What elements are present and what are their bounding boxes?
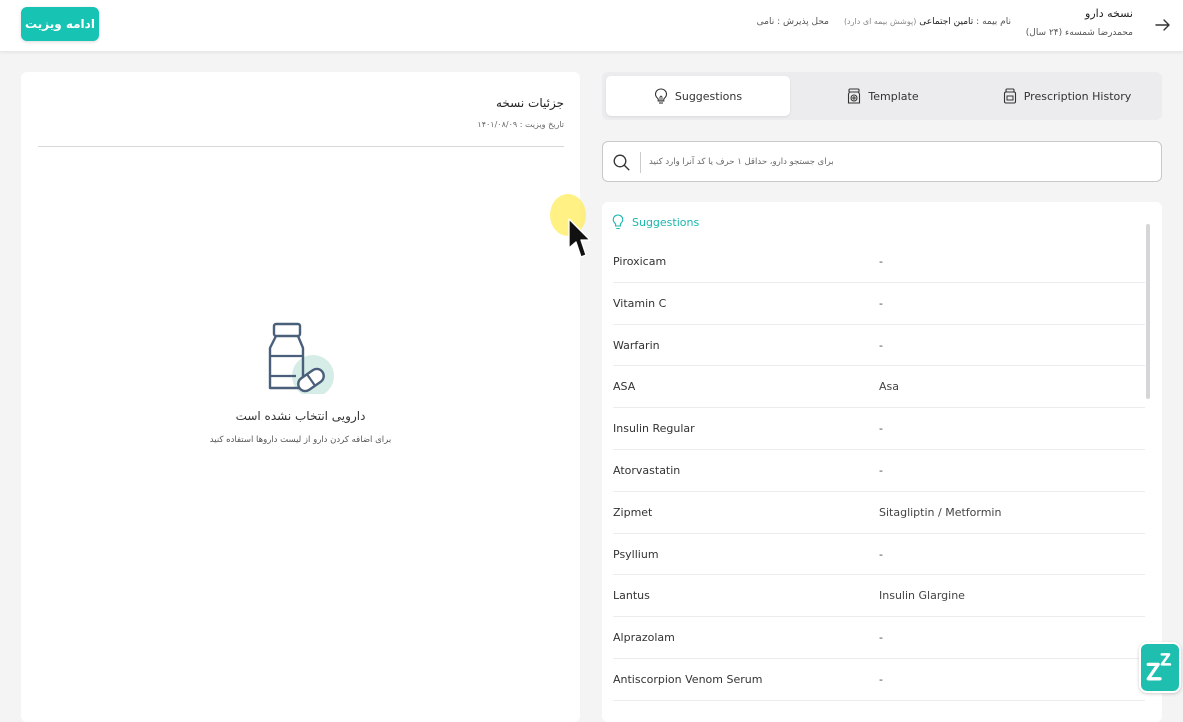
drug-generic: Sitagliptin / Metformin	[879, 505, 1002, 519]
suggestions-list: Piroxicam - Vitamin C - Warfarin - ASA Asa I…	[613, 241, 1145, 701]
lightbulb-icon	[612, 214, 624, 230]
top-header: ادامه ویزیت محل پذیرش : نامی نام بیمه : …	[0, 0, 1183, 52]
suggestion-row[interactable]: Insulin Regular -	[613, 408, 1145, 450]
search-icon[interactable]	[613, 154, 630, 171]
patient-name: محمدرضا شمسه‌ء (۲۴ سال)	[1025, 28, 1133, 38]
suggestion-row[interactable]: Warfarin -	[613, 325, 1145, 367]
drug-generic: Insulin Glargine	[879, 589, 965, 603]
details-title: جزئیات نسخه	[496, 96, 564, 110]
drug-name: Antiscorpion Venom Serum	[613, 672, 763, 686]
drug-generic: -	[879, 338, 883, 352]
divider	[38, 146, 564, 147]
tab-template-label: Template	[868, 89, 919, 103]
drug-generic: -	[879, 422, 883, 436]
drug-generic: -	[879, 463, 883, 477]
back-arrow-icon[interactable]	[1155, 17, 1171, 33]
suggestions-title: Suggestions	[632, 215, 700, 229]
drug-name: Insulin Regular	[613, 422, 695, 436]
suggestion-row[interactable]: Antiscorpion Venom Serum -	[613, 659, 1145, 701]
suggestions-panel: Suggestions Piroxicam - Vitamin C - Warfar…	[602, 202, 1162, 722]
empty-state-title: دارویی انتخاب نشده است	[235, 409, 366, 423]
tab-template[interactable]: Template	[792, 76, 974, 116]
suggestion-row[interactable]: Atorvastatin -	[613, 450, 1145, 492]
search-separator	[640, 152, 641, 173]
continue-visit-button[interactable]: ادامه ویزیت	[21, 7, 99, 41]
insurance-info: نام بیمه : تامین اجتماعی (پوشش بیمه ای د…	[844, 17, 1011, 27]
tab-bar: Suggestions Template Prescription Histor…	[602, 72, 1162, 120]
suggestion-row[interactable]: Alprazolam -	[613, 617, 1145, 659]
tab-suggestions-label: Suggestions	[674, 89, 743, 103]
drug-name: Psyllium	[613, 547, 659, 561]
suggestion-row[interactable]: Zipmet Sitagliptin / Metformin	[613, 492, 1145, 534]
reception-center-label: محل پذیرش :	[777, 17, 829, 27]
drug-name: Vitamin C	[613, 296, 667, 310]
medicine-bottle-icon	[268, 322, 334, 394]
drug-generic: -	[879, 296, 883, 310]
tab-prescription-history[interactable]: Prescription History	[976, 76, 1158, 116]
suggestion-row[interactable]: Vitamin C -	[613, 283, 1145, 325]
tab-prescription-history-label: Prescription History	[1023, 89, 1132, 103]
lightbulb-icon	[654, 88, 667, 104]
drug-generic: -	[879, 547, 883, 561]
suggestions-header: Suggestions	[612, 214, 699, 230]
drug-generic: -	[879, 631, 883, 645]
suggestion-row[interactable]: Psyllium -	[613, 534, 1145, 576]
search-input[interactable]	[647, 150, 1152, 174]
pill-bottle-icon	[1003, 88, 1016, 104]
empty-state-subtitle: برای اضافه کردن دارو از لیست داروها استف…	[209, 435, 392, 445]
prescription-details-panel: جزئیات نسخه تاریخ ویزیت : ۱۴۰۱/۰۸/۰۹ دار…	[21, 72, 580, 722]
drug-name: Lantus	[613, 589, 650, 603]
insurance-note: (پوشش بیمه ای دارد)	[843, 17, 917, 26]
medication-icon	[848, 88, 861, 104]
suggestions-scrollbar[interactable]	[1146, 224, 1150, 399]
insurance-value: تامین اجتماعی	[919, 17, 974, 27]
tab-suggestions[interactable]: Suggestions	[606, 76, 790, 116]
reception-center-value: نامی	[756, 17, 775, 27]
drug-name: Atorvastatin	[613, 463, 681, 477]
drug-name: ASA	[613, 380, 636, 394]
insurance-label: نام بیمه :	[976, 17, 1011, 27]
mouse-pointer-icon	[568, 218, 591, 258]
suggestion-row[interactable]: Lantus Insulin Glargine	[613, 575, 1145, 618]
reception-center: محل پذیرش : نامی	[757, 17, 829, 27]
zz-icon	[1146, 653, 1172, 681]
drug-name: Piroxicam	[613, 255, 667, 268]
drug-generic: -	[879, 255, 883, 268]
drug-name: Alprazolam	[613, 631, 675, 645]
suggestion-row[interactable]: Piroxicam -	[613, 241, 1145, 283]
drug-name: Zipmet	[613, 505, 653, 519]
drug-name: Warfarin	[613, 338, 660, 352]
drug-generic: -	[879, 672, 883, 686]
visit-date: تاریخ ویزیت : ۱۴۰۱/۰۸/۰۹	[477, 120, 564, 129]
drug-generic: Asa	[879, 380, 899, 394]
suggestion-row[interactable]: ASA Asa	[613, 366, 1145, 409]
sleep-zz-badge[interactable]	[1139, 642, 1181, 693]
page-title: نسخه دارو	[1085, 7, 1133, 20]
drug-search-box: برای جستجو دارو، حداقل ۱ حرف یا کد آنرا …	[602, 141, 1162, 182]
